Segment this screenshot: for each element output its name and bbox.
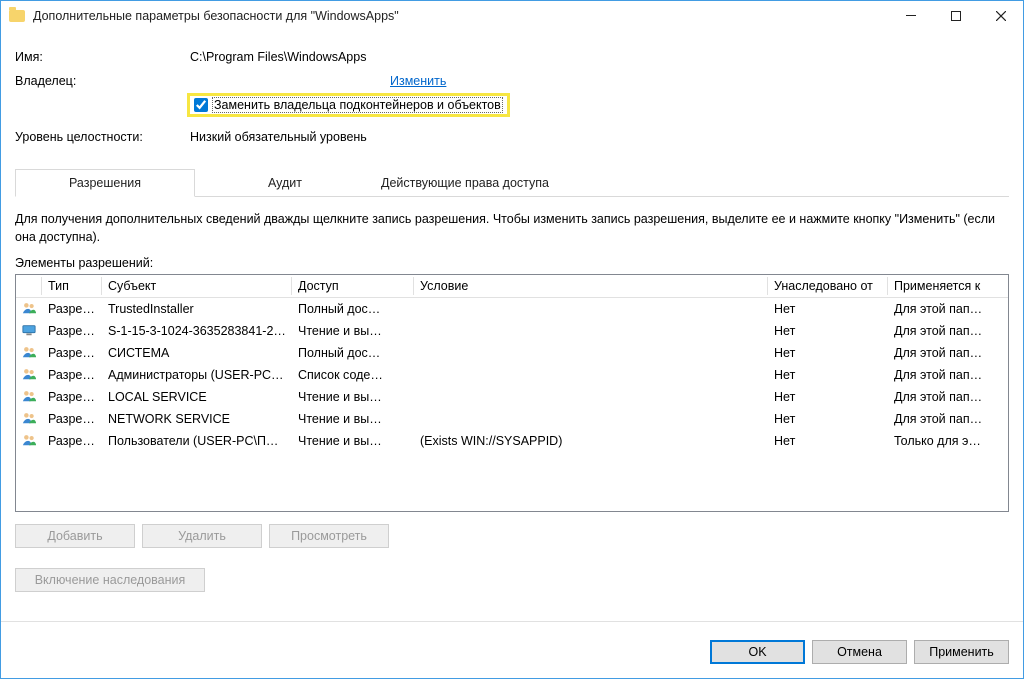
- ok-button[interactable]: OK: [710, 640, 805, 664]
- cell-type: Разре…: [42, 432, 102, 450]
- cell-subject: LOCAL SERVICE: [102, 388, 292, 406]
- separator: [1, 621, 1023, 622]
- cell-type: Разре…: [42, 322, 102, 340]
- minimize-button[interactable]: [888, 1, 933, 31]
- cell-condition: (Exists WIN://SYSAPPID): [414, 432, 768, 450]
- cell-condition: [414, 395, 768, 399]
- name-label: Имя:: [15, 50, 190, 64]
- change-owner-link[interactable]: Изменить: [390, 74, 446, 88]
- group-icon: [16, 387, 42, 407]
- cell-subject: S-1-15-3-1024-3635283841-2…: [102, 322, 292, 340]
- enable-inheritance-button: Включение наследования: [15, 568, 205, 592]
- cell-inherited: Нет: [768, 410, 888, 428]
- col-icon[interactable]: [16, 275, 42, 297]
- apply-button[interactable]: Применить: [914, 640, 1009, 664]
- col-condition[interactable]: Условие: [414, 275, 768, 297]
- cell-access: Полный дос…: [292, 300, 414, 318]
- group-icon: [16, 431, 42, 451]
- window-title: Дополнительные параметры безопасности дл…: [33, 9, 888, 23]
- group-icon: [16, 365, 42, 385]
- close-button[interactable]: [978, 1, 1023, 31]
- cancel-button[interactable]: Отмена: [812, 640, 907, 664]
- cell-condition: [414, 373, 768, 377]
- cell-access: Список соде…: [292, 366, 414, 384]
- cell-condition: [414, 417, 768, 421]
- cell-applies: Для этой пап…: [888, 344, 1008, 362]
- cell-inherited: Нет: [768, 300, 888, 318]
- col-access[interactable]: Доступ: [292, 275, 414, 297]
- cell-access: Чтение и вы…: [292, 432, 414, 450]
- cell-applies: Только для э…: [888, 432, 1008, 450]
- owner-label: Владелец:: [15, 74, 190, 88]
- cell-subject: NETWORK SERVICE: [102, 410, 292, 428]
- cell-subject: Администраторы (USER-PC…: [102, 366, 292, 384]
- cell-access: Чтение и вы…: [292, 388, 414, 406]
- cell-inherited: Нет: [768, 322, 888, 340]
- cell-condition: [414, 329, 768, 333]
- col-inherited[interactable]: Унаследовано от: [768, 275, 888, 297]
- permission-row[interactable]: Разре…TrustedInstallerПолный дос… НетДля …: [16, 298, 1008, 320]
- cell-inherited: Нет: [768, 388, 888, 406]
- folder-icon: [9, 10, 25, 22]
- permission-entries-label: Элементы разрешений:: [15, 256, 1009, 270]
- integrity-value: Низкий обязательный уровень: [190, 130, 367, 144]
- permission-row[interactable]: Разре…Администраторы (USER-PC…Список сод…: [16, 364, 1008, 386]
- cell-inherited: Нет: [768, 432, 888, 450]
- tab-audit[interactable]: Аудит: [195, 169, 375, 196]
- cell-access: Полный дос…: [292, 344, 414, 362]
- security-dialog-window: Дополнительные параметры безопасности дл…: [0, 0, 1024, 679]
- cell-applies: Для этой пап…: [888, 410, 1008, 428]
- group-icon: [16, 343, 42, 363]
- group-icon: [16, 299, 42, 319]
- permission-row[interactable]: Разре…Пользователи (USER-PC\П…Чтение и в…: [16, 430, 1008, 452]
- permission-row[interactable]: Разре…NETWORK SERVICEЧтение и вы… НетДля …: [16, 408, 1008, 430]
- name-value: C:\Program Files\WindowsApps: [190, 50, 366, 64]
- cell-applies: Для этой пап…: [888, 300, 1008, 318]
- cell-access: Чтение и вы…: [292, 322, 414, 340]
- tab-permissions[interactable]: Разрешения: [15, 169, 195, 197]
- replace-owner-checkbox[interactable]: [194, 98, 208, 112]
- cell-inherited: Нет: [768, 366, 888, 384]
- permission-row[interactable]: Разре…СИСТЕМАПолный дос… НетДля этой пап…: [16, 342, 1008, 364]
- col-applies[interactable]: Применяется к: [888, 275, 1008, 297]
- cell-condition: [414, 351, 768, 355]
- cell-subject: СИСТЕМА: [102, 344, 292, 362]
- cell-type: Разре…: [42, 388, 102, 406]
- titlebar: Дополнительные параметры безопасности дл…: [1, 1, 1023, 31]
- group-icon: [16, 409, 42, 429]
- dialog-footer: OK Отмена Применить: [1, 632, 1023, 678]
- cell-type: Разре…: [42, 344, 102, 362]
- tab-effective-access[interactable]: Действующие права доступа: [375, 169, 555, 196]
- tabs: Разрешения Аудит Действующие права досту…: [15, 169, 1009, 197]
- view-button: Просмотреть: [269, 524, 389, 548]
- pc-icon: [16, 321, 42, 341]
- permission-row[interactable]: Разре…S-1-15-3-1024-3635283841-2…Чтение …: [16, 320, 1008, 342]
- cell-condition: [414, 307, 768, 311]
- add-button: Добавить: [15, 524, 135, 548]
- cell-applies: Для этой пап…: [888, 388, 1008, 406]
- cell-access: Чтение и вы…: [292, 410, 414, 428]
- cell-subject: TrustedInstaller: [102, 300, 292, 318]
- replace-owner-checkbox-wrap[interactable]: Заменить владельца подконтейнеров и объе…: [187, 93, 510, 117]
- replace-owner-label: Заменить владельца подконтейнеров и объе…: [212, 97, 503, 113]
- permissions-list: Тип Субъект Доступ Условие Унаследовано …: [15, 274, 1009, 512]
- cell-type: Разре…: [42, 410, 102, 428]
- permissions-rows: Разре…TrustedInstallerПолный дос…НетДля …: [16, 298, 1008, 511]
- cell-applies: Для этой пап…: [888, 366, 1008, 384]
- integrity-label: Уровень целостности:: [15, 130, 190, 144]
- info-text: Для получения дополнительных сведений дв…: [15, 211, 1009, 246]
- permissions-header: Тип Субъект Доступ Условие Унаследовано …: [16, 275, 1008, 298]
- maximize-button[interactable]: [933, 1, 978, 31]
- cell-subject: Пользователи (USER-PC\П…: [102, 432, 292, 450]
- cell-applies: Для этой пап…: [888, 322, 1008, 340]
- col-type[interactable]: Тип: [42, 275, 102, 297]
- permission-row[interactable]: Разре…LOCAL SERVICEЧтение и вы… НетДля эт…: [16, 386, 1008, 408]
- remove-button: Удалить: [142, 524, 262, 548]
- cell-inherited: Нет: [768, 344, 888, 362]
- cell-type: Разре…: [42, 366, 102, 384]
- col-subject[interactable]: Субъект: [102, 275, 292, 297]
- cell-type: Разре…: [42, 300, 102, 318]
